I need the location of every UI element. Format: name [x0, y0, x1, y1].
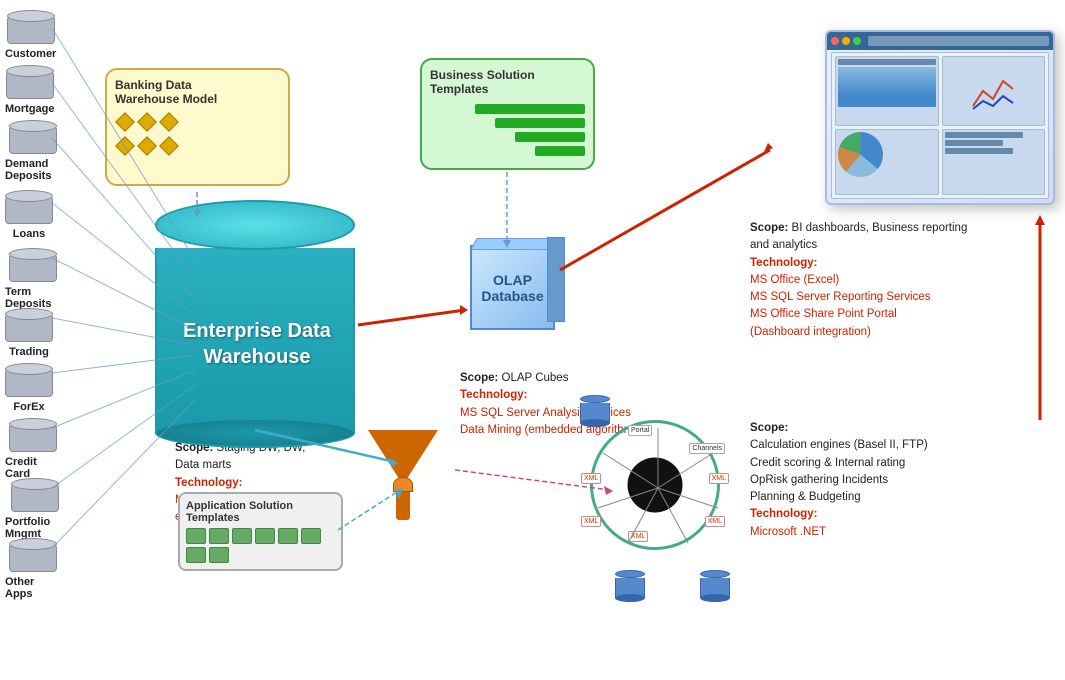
scope-staging-tech-label: Technology:: [175, 477, 243, 489]
scope-calc-text1: Calculation engines (Basel II, FTP): [750, 439, 928, 451]
edw-bottom: [155, 418, 355, 448]
cyl-top-customer: [7, 10, 55, 22]
scope-calc-panel: Scope: Calculation engines (Basel II, FT…: [750, 420, 928, 541]
cylinder-loans: Loans: [5, 190, 53, 240]
scope-calc-prefix: Scope:: [750, 422, 788, 434]
cyl-label-customer: Customer: [5, 48, 56, 60]
app-solution-box: Application Solution Templates: [178, 492, 343, 571]
business-solutions-box: Business Solution Templates: [420, 58, 595, 170]
olap-cube: OLAPDatabase: [455, 230, 565, 350]
scope-calc-tech-label: Technology:: [750, 508, 818, 520]
edw-top: [155, 200, 355, 250]
scope-calc-text3: OpRisk gathering Incidents: [750, 474, 888, 486]
cylinder-other-apps: Other Apps: [5, 538, 60, 600]
node-diagram: [115, 112, 280, 156]
scope-bi-tech-label: Technology:: [750, 257, 818, 269]
scope-calc-text2: Credit scoring & Internal rating: [750, 457, 905, 469]
scope-calc-tech-item: Microsoft .NET: [750, 526, 826, 538]
banking-box: Banking Data Warehouse Model: [105, 68, 290, 186]
cylinder-mortgage: Mortgage: [5, 65, 55, 115]
edw-cylinder: Enterprise Data Warehouse: [155, 200, 355, 440]
cylinder-credit-card: Credit Card: [5, 418, 60, 480]
small-db-icon1: [580, 395, 610, 427]
scope-bi-tech-item1: MS Office (Excel): [750, 274, 839, 286]
etl-icon: [368, 430, 438, 530]
cylinder-term-deposits: Term Deposits: [5, 248, 60, 310]
scope-olap-text: OLAP Cubes: [502, 372, 569, 384]
scope-bi-panel: Scope: BI dashboards, Business reporting…: [750, 220, 967, 341]
scope-olap-prefix: Scope:: [460, 372, 498, 384]
small-db-icon2: [615, 570, 645, 602]
cylinder-demand-deposits: Demand Deposits: [5, 120, 60, 182]
cylinder-trading: Trading: [5, 308, 53, 358]
green-bars-icon: [430, 104, 585, 156]
app-icons-grid: [186, 528, 335, 563]
cylinder-portfolio: Portfolio Mngmt: [5, 478, 65, 540]
cylinder-forex: ForEx: [5, 363, 53, 413]
network-cluster: Portal Channels XML XML XML XML XML: [590, 420, 730, 560]
business-solutions-title: Business Solution Templates: [430, 68, 585, 96]
screenshot-mock: [825, 30, 1055, 205]
scope-bi-tech-item2: MS SQL Server Reporting Services: [750, 291, 930, 303]
small-db-icon3: [700, 570, 730, 602]
edw-body: Enterprise Data Warehouse: [155, 248, 355, 433]
scope-calc-text4: Planning & Budgeting: [750, 491, 861, 503]
scope-bi-prefix: Scope:: [750, 222, 788, 234]
scope-bi-tech-item3: MS Office Share Point Portal(Dashboard i…: [750, 308, 897, 337]
app-solution-title: Application Solution Templates: [186, 500, 335, 524]
cylinder-customer: Customer: [5, 10, 56, 60]
scope-olap-tech-label: Technology:: [460, 389, 528, 401]
edw-label: Enterprise Data Warehouse: [157, 298, 357, 370]
banking-box-title: Banking Data Warehouse Model: [115, 78, 280, 106]
